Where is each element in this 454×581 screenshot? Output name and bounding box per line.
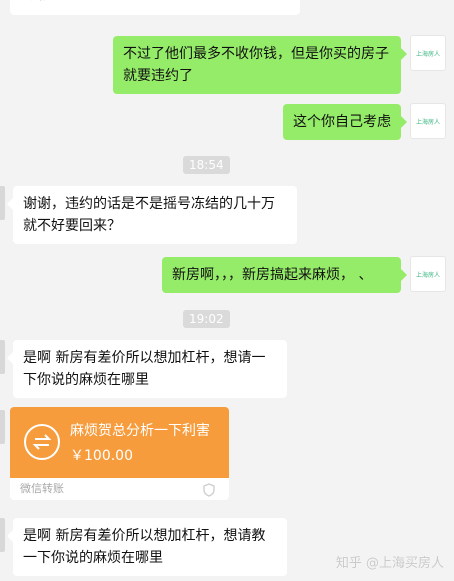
avatar-text: 上海房人 — [415, 271, 440, 279]
outgoing-message-1[interactable]: 不过了他们最多不收你钱，但是你买的房子就要违约了 — [113, 36, 407, 94]
zhihu-watermark: 知乎 @上海买房人 — [335, 556, 444, 571]
transfer-amount: ￥100.00 — [70, 448, 133, 464]
transfer-header: 麻烦贺总分析一下利害 ￥100.00 — [10, 407, 229, 478]
avatar-text: 上海房人 — [415, 118, 440, 126]
transfer-arrows-icon — [24, 424, 60, 460]
previous-message-fragment: 放款 — [10, 0, 300, 15]
previous-message-text: 放款 — [26, 0, 50, 3]
message-text: 谢谢，违约的话是不是摇号冻结的几十万就不好要回来？ — [23, 196, 275, 234]
incoming-message-1[interactable]: 谢谢，违约的话是不是摇号冻结的几十万就不好要回来？ — [7, 186, 297, 244]
transfer-note: 麻烦贺总分析一下利害 — [70, 423, 210, 439]
wechat-transfer-card[interactable]: 麻烦贺总分析一下利害 ￥100.00 微信转账 — [10, 407, 229, 500]
message-text: 这个你自己考虑 — [293, 114, 391, 130]
avatar[interactable] — [0, 518, 5, 552]
message-text: 新房啊，，，新房搞起来麻烦， 、 — [172, 267, 373, 283]
avatar[interactable]: 上海房人 — [411, 104, 445, 138]
incoming-message-3[interactable]: 是啊 新房有差价所以想加杠杆，想请教一下你说的麻烦在哪里 — [7, 518, 287, 576]
message-text: 是啊 新房有差价所以想加杠杆，想请教一下你说的麻烦在哪里 — [23, 528, 266, 566]
outgoing-message-2[interactable]: 这个你自己考虑 — [283, 104, 407, 140]
avatar[interactable]: 上海房人 — [411, 36, 445, 70]
timestamp: 19:02 — [183, 310, 230, 328]
incoming-message-2[interactable]: 是啊 新房有差价所以想加杠杆，想请一下你说的麻烦在哪里 — [7, 340, 287, 398]
avatar[interactable] — [0, 340, 5, 374]
avatar[interactable] — [0, 186, 5, 220]
avatar[interactable] — [0, 410, 5, 444]
shield-icon — [203, 482, 215, 497]
avatar[interactable]: 上海房人 — [411, 257, 445, 291]
message-text: 是啊 新房有差价所以想加杠杆，想请一下你说的麻烦在哪里 — [23, 350, 266, 388]
timestamp: 18:54 — [183, 156, 230, 174]
outgoing-message-3[interactable]: 新房啊，，，新房搞起来麻烦， 、 — [162, 257, 407, 293]
message-text: 不过了他们最多不收你钱，但是你买的房子就要违约了 — [123, 46, 389, 84]
transfer-label: 微信转账 — [20, 482, 64, 495]
avatar-text: 上海房人 — [415, 50, 440, 58]
